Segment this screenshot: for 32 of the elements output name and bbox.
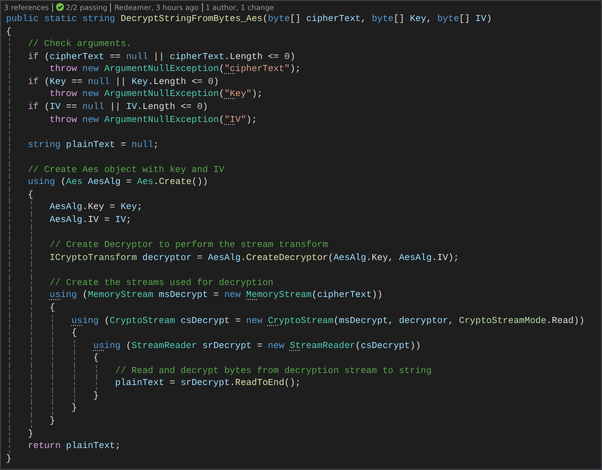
code-comment: // Check arguments. xyxy=(28,38,132,51)
code-line: { xyxy=(50,302,56,314)
code-comment: // Create Decryptor to perform the stream transform xyxy=(50,239,328,252)
code-line: throw new ArgumentNullException("cipherText"); xyxy=(50,63,301,76)
code-line: using (Aes AesAlg = Aes.Create()) xyxy=(28,176,208,189)
code-line: throw new ArgumentNullException("Key"); xyxy=(50,88,263,101)
code-line: } xyxy=(50,415,56,428)
code-comment: // Read and decrypt bytes from decryption stream to string xyxy=(115,364,432,378)
code-line: if (cipherText == null || cipherText.Length <= 0) xyxy=(28,50,296,64)
code-line: using (MemoryStream msDecrypt = new MemoryStream(cipherText)) xyxy=(50,289,383,302)
code-line: { xyxy=(28,188,34,202)
code-line: public static string DecryptStringFromBytes_Aes(byte[] cipherText, byte[] Key, byte[] IV) xyxy=(6,13,492,26)
code-line: { xyxy=(71,327,77,340)
code-line: AesAlg.Key = Key; xyxy=(50,201,142,214)
code-comment: // Create Aes object with key and IV xyxy=(28,164,224,176)
code-line: string plainText = null; xyxy=(28,138,159,152)
code-comment: // Create the streams used for decryption xyxy=(50,276,274,290)
code-line: if (Key == null || Key.Length <= 0) xyxy=(28,76,219,88)
code-line: { xyxy=(93,352,99,365)
code-line: throw new ArgumentNullException("IV"); xyxy=(50,114,258,126)
code-line: if (IV == null || IV.Length <= 0) xyxy=(28,100,208,114)
code-line: return plainText; xyxy=(28,440,121,453)
code-line: using (StreamReader srDecrypt = new St reamReader(csDecrypt)) xyxy=(93,340,421,352)
code-line: AesAlg.IV = IV; xyxy=(50,214,132,227)
code-line: } xyxy=(28,428,34,440)
code-line: { xyxy=(6,26,12,38)
code-line: } xyxy=(93,390,99,402)
code-line: } xyxy=(6,452,12,466)
code-line: ICryptoTransform decryptor = AesAlg.CreateDecryptor(AesAlg.Key, AesAlg.IV); xyxy=(50,252,459,264)
code-line: plainText = srDecrypt.ReadToEnd(); xyxy=(115,377,301,390)
code-line: } xyxy=(71,402,77,415)
code-line: using (CryptoStream csDecrypt = new CryptoStream(msDecrypt, decryptor, CryptoStreamMode.Read)) xyxy=(71,314,585,328)
